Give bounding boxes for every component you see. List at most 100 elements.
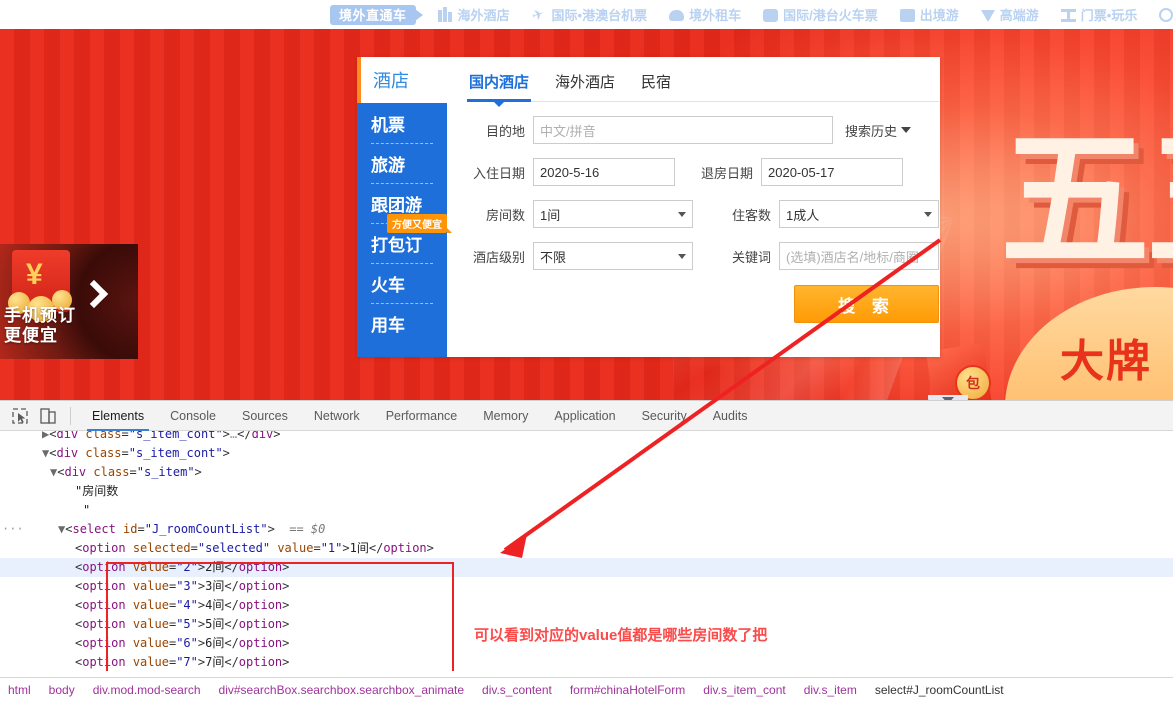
destination-row: 目的地 中文/拼音 搜索历史	[469, 116, 939, 144]
nav-item-label: 门票•玩乐	[1081, 5, 1138, 24]
mobile-booking-promo[interactable]: ¥ 手机预订 更便宜	[0, 244, 138, 359]
checkin-date-input[interactable]: 2020-5-16	[533, 158, 675, 186]
checkout-date-input[interactable]: 2020-05-17	[761, 158, 903, 186]
dom-tree-line[interactable]: <option value="4">4间</option>	[0, 596, 1173, 615]
dom-tree-line[interactable]: ▶<div class="s_item_cont">…</div>	[0, 431, 1173, 444]
car-icon	[669, 10, 684, 21]
banner-subheadline: 大牌	[1060, 325, 1152, 389]
dom-tree[interactable]: ▶<div class="s_item_cont">…</div>▼<div c…	[0, 431, 1173, 671]
nav-item-7[interactable]: 门票•玩乐	[1061, 5, 1138, 24]
guest-count-select[interactable]: 1成人	[779, 200, 939, 228]
star-level-value: 不限	[540, 247, 566, 266]
breadcrumb-item[interactable]: div.s_item	[804, 683, 857, 697]
search-category-sidebar: 酒店 机票旅游跟团游方便又便宜打包订火车用车	[357, 57, 447, 357]
nav-item-4[interactable]: 国际/港台火车票	[763, 5, 878, 24]
dom-tree-line[interactable]: "房间数	[0, 482, 1173, 501]
promo-text: 手机预订 更便宜	[4, 306, 76, 345]
nav-item-label: 海外酒店	[458, 5, 510, 24]
dates-row: 入住日期 2020-5-16 退房日期 2020-05-17	[469, 158, 939, 186]
nav-item-5[interactable]: 出境游	[900, 5, 959, 24]
room-count-value: 1间	[540, 205, 560, 224]
destination-input[interactable]: 中文/拼音	[533, 116, 833, 144]
promo-line-2: 更便宜	[4, 326, 76, 346]
devtools-panel: ElementsConsoleSourcesNetworkPerformance…	[0, 400, 1173, 702]
search-button[interactable]: 搜 索	[794, 285, 939, 323]
devtools-tab-console[interactable]: Console	[157, 401, 229, 431]
devtools-toolbar: ElementsConsoleSourcesNetworkPerformance…	[0, 401, 1173, 431]
breadcrumb-item[interactable]: form#chinaHotelForm	[570, 683, 685, 697]
ticket-icon	[1061, 7, 1076, 22]
annotation-text: 可以看到对应的value值都是哪些房间数了把	[474, 626, 767, 645]
chevron-down-icon	[924, 212, 932, 217]
nav-item-2[interactable]: ✈国际•港澳台机票	[532, 5, 648, 24]
nav-pill-overseas-direct[interactable]: 境外直通车	[330, 5, 416, 25]
checkout-label: 退房日期	[687, 163, 753, 182]
star-level-select[interactable]: 不限	[533, 242, 693, 270]
devtools-tab-network[interactable]: Network	[301, 401, 373, 431]
dom-tree-line[interactable]: <option value="7">7间</option>	[0, 653, 1173, 671]
hotel-icon	[438, 7, 453, 22]
rooms-guests-row: 房间数 1间 住客数 1成人	[469, 200, 939, 228]
breadcrumb-item[interactable]: html	[8, 683, 31, 697]
sidebar-item-4[interactable]: 方便又便宜打包订	[357, 223, 447, 263]
sidebar-item-2[interactable]: 旅游	[357, 143, 447, 183]
sidebar-item-1[interactable]: 机票	[357, 103, 447, 143]
dom-tree-line[interactable]: ▼<div class="s_item_cont">	[0, 444, 1173, 463]
toggle-device-toolbar-icon[interactable]	[37, 405, 59, 427]
nav-item-label: 高端游	[1000, 5, 1039, 24]
dom-tree-line[interactable]: <option selected="selected" value="1">1间…	[0, 539, 1173, 558]
nav-item-3[interactable]: 境外租车	[669, 5, 741, 24]
sidebar-item-5[interactable]: 火车	[357, 263, 447, 303]
devtools-tab-memory[interactable]: Memory	[470, 401, 541, 431]
dom-tree-line[interactable]: <option value="3">3间</option>	[0, 577, 1173, 596]
search-tab-2[interactable]: 海外酒店	[555, 71, 615, 92]
chevron-right-icon[interactable]	[80, 280, 108, 308]
keyword-input[interactable]: (选填)酒店名/地标/商圈	[779, 242, 939, 270]
chevron-down-icon	[678, 254, 686, 259]
devtools-tab-performance[interactable]: Performance	[373, 401, 471, 431]
breadcrumb-item[interactable]: div.mod.mod-search	[93, 683, 201, 697]
dom-tree-line[interactable]: "	[0, 501, 1173, 520]
dom-tree-line[interactable]: <option value="2">2间</option>	[0, 558, 1173, 577]
rooms-label: 房间数	[469, 205, 525, 224]
nav-item-label: 国际/港台火车票	[783, 5, 878, 24]
devtools-tab-elements[interactable]: Elements	[79, 401, 157, 431]
devtools-tab-security[interactable]: Security	[629, 401, 700, 431]
inspect-element-icon[interactable]	[9, 405, 31, 427]
search-history-dropdown[interactable]: 搜索历史	[845, 121, 911, 140]
yen-symbol-icon: ¥	[26, 260, 43, 290]
devtools-tab-sources[interactable]: Sources	[229, 401, 301, 431]
devtools-tab-audits[interactable]: Audits	[700, 401, 761, 431]
sidebar-item-badge: 方便又便宜	[387, 214, 447, 233]
nav-item-1[interactable]: 海外酒店	[438, 5, 510, 24]
breadcrumb-item[interactable]: div#searchBox.searchbox.searchbox_animat…	[219, 683, 464, 697]
breadcrumb-item[interactable]: div.s_item_cont	[703, 683, 785, 697]
top-nav-bar: 境外直通车 海外酒店 ✈国际•港澳台机票 境外租车 国际/港台火车票 出境游 高端游 门票•…	[0, 0, 1173, 29]
nav-item-6[interactable]: 高端游	[981, 5, 1039, 24]
checkin-label: 入住日期	[469, 163, 525, 182]
breadcrumb-item[interactable]: div.s_content	[482, 683, 552, 697]
nav-item-8[interactable]: 签证	[1159, 5, 1173, 24]
search-tab-1[interactable]: 国内酒店	[469, 71, 529, 92]
breadcrumb-item[interactable]: select#J_roomCountList	[875, 683, 1004, 697]
nav-pill-label: 境外直通车	[339, 5, 407, 24]
dom-tree-line[interactable]: ···▼<select id="J_roomCountList"> == $0	[0, 520, 1173, 539]
search-tab-3[interactable]: 民宿	[641, 71, 671, 92]
dom-overflow-dots: ···	[2, 520, 24, 539]
sidebar-item-label: 跟团游	[371, 191, 422, 216]
breadcrumb-item[interactable]: body	[49, 683, 75, 697]
destination-label: 目的地	[469, 121, 525, 140]
nav-item-label: 出境游	[920, 5, 959, 24]
dom-tree-line[interactable]: ▼<div class="s_item">	[0, 463, 1173, 482]
sidebar-item-label: 机票	[371, 111, 405, 136]
search-history-label: 搜索历史	[845, 121, 897, 140]
exit-travel-icon	[900, 9, 915, 22]
room-count-select[interactable]: 1间	[533, 200, 693, 228]
sidebar-item-hotel[interactable]: 酒店	[357, 57, 447, 103]
sidebar-item-6[interactable]: 用车	[357, 303, 447, 343]
devtools-tab-application[interactable]: Application	[541, 401, 628, 431]
guest-count-value: 1成人	[786, 205, 819, 224]
star-keyword-row: 酒店级别 不限 关键词 (选填)酒店名/地标/商圈	[469, 242, 939, 270]
search-form-panel: 国内酒店 海外酒店 民宿 目的地 中文/拼音 搜索历史 入住日期 2020-5-16…	[447, 57, 957, 357]
banner-headline: 五五	[1000, 139, 1173, 262]
